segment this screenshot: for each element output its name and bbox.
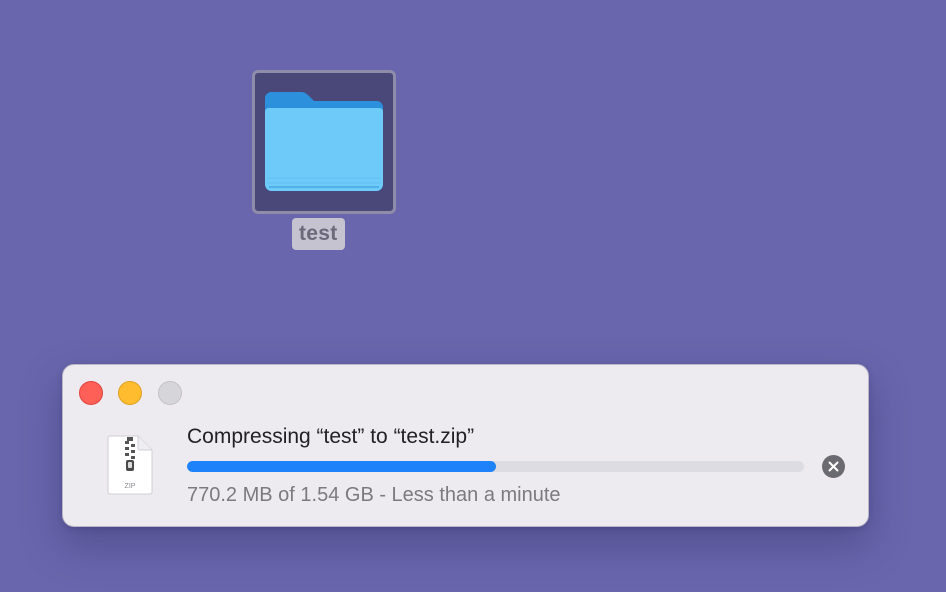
desktop: test ZIP Compressing “test” to “test.zip… (0, 0, 946, 592)
cancel-button[interactable] (822, 455, 845, 478)
compression-title: Compressing “test” to “test.zip” (187, 425, 475, 448)
zip-file-icon: ZIP (107, 435, 153, 495)
window-minimize-button[interactable] (118, 381, 142, 405)
folder-icon[interactable] (265, 92, 383, 194)
folder-name-label[interactable]: test (292, 218, 345, 250)
cancel-icon[interactable] (828, 461, 839, 472)
progress-bar-fill (187, 461, 496, 472)
progress-status: 770.2 MB of 1.54 GB - Less than a minute (187, 484, 561, 506)
progress-bar (187, 461, 804, 472)
zip-file-label: ZIP (125, 483, 136, 490)
window-close-button[interactable] (79, 381, 103, 405)
compression-progress-window: ZIP Compressing “test” to “test.zip” 770… (62, 364, 869, 527)
window-zoom-button[interactable] (158, 381, 182, 405)
